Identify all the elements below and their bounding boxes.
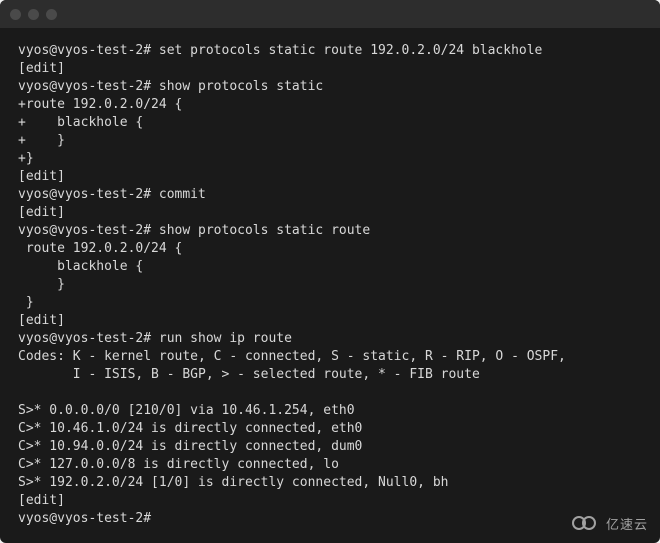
terminal-prompt-line: vyos@vyos-test-2# run show ip route (18, 330, 642, 348)
terminal-output-line: + blackhole { (18, 114, 642, 132)
terminal-output-line: [edit] (18, 204, 642, 222)
terminal-prompt-line: vyos@vyos-test-2# show protocols static … (18, 222, 642, 240)
terminal-output-line: blackhole { (18, 258, 642, 276)
watermark: 亿速云 (572, 514, 648, 533)
terminal-output-line: [edit] (18, 312, 642, 330)
minimize-dot[interactable] (28, 9, 39, 20)
terminal-prompt-line: vyos@vyos-test-2# show protocols static (18, 78, 642, 96)
terminal-output-line: [edit] (18, 60, 642, 78)
terminal-output-line: } (18, 294, 642, 312)
terminal-prompt-line: vyos@vyos-test-2# (18, 510, 642, 528)
terminal-output-line: + } (18, 132, 642, 150)
titlebar (0, 0, 660, 28)
watermark-icon (572, 515, 600, 533)
terminal-output-line: +route 192.0.2.0/24 { (18, 96, 642, 114)
terminal-output-line: Codes: K - kernel route, C - connected, … (18, 348, 642, 366)
watermark-text: 亿速云 (606, 514, 648, 533)
terminal-output-line (18, 384, 642, 402)
terminal-output-line: route 192.0.2.0/24 { (18, 240, 642, 258)
terminal-output-line: S>* 0.0.0.0/0 [210/0] via 10.46.1.254, e… (18, 402, 642, 420)
maximize-dot[interactable] (46, 9, 57, 20)
close-dot[interactable] (10, 9, 21, 20)
terminal-output-line: [edit] (18, 492, 642, 510)
terminal-output-line: I - ISIS, B - BGP, > - selected route, *… (18, 366, 642, 384)
terminal-prompt-line: vyos@vyos-test-2# commit (18, 186, 642, 204)
terminal-content[interactable]: vyos@vyos-test-2# set protocols static r… (0, 28, 660, 542)
terminal-output-line: C>* 10.94.0.0/24 is directly connected, … (18, 438, 642, 456)
terminal-output-line: +} (18, 150, 642, 168)
terminal-output-line: C>* 127.0.0.0/8 is directly connected, l… (18, 456, 642, 474)
terminal-output-line: C>* 10.46.1.0/24 is directly connected, … (18, 420, 642, 438)
terminal-output-line: } (18, 276, 642, 294)
terminal-output-line: [edit] (18, 168, 642, 186)
terminal-prompt-line: vyos@vyos-test-2# set protocols static r… (18, 42, 642, 60)
terminal-output-line: S>* 192.0.2.0/24 [1/0] is directly conne… (18, 474, 642, 492)
terminal-window: vyos@vyos-test-2# set protocols static r… (0, 0, 660, 543)
